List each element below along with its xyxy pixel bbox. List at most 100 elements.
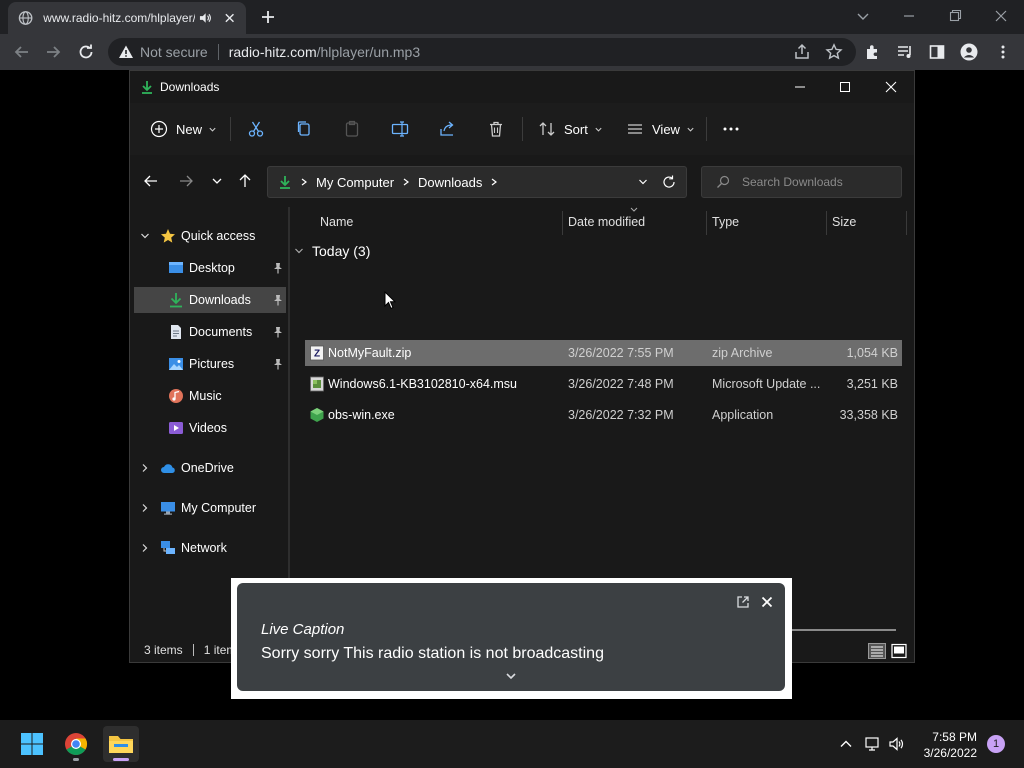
column-header-type[interactable]: Type [712, 215, 739, 229]
tiles-view-icon[interactable] [890, 643, 908, 659]
chevron-down-icon[interactable] [140, 231, 150, 241]
column-header-date[interactable]: Date modified [568, 215, 645, 229]
system-clock[interactable]: 7:58 PM 3/26/2022 [924, 729, 977, 761]
recent-locations-chevron-icon[interactable] [209, 173, 225, 189]
new-tab-icon[interactable] [260, 9, 276, 25]
share-button[interactable] [439, 117, 457, 141]
sidebar-label: Desktop [189, 261, 235, 275]
close-tab-icon[interactable] [223, 11, 236, 25]
side-panel-icon[interactable] [928, 43, 946, 61]
chevron-right-icon[interactable] [140, 543, 150, 553]
sidebar-item-downloads[interactable]: Downloads [134, 287, 286, 313]
sidebar-label: Network [181, 541, 227, 555]
explorer-close-icon[interactable] [883, 79, 899, 95]
refresh-icon[interactable] [662, 175, 676, 189]
browser-tab[interactable]: www.radio-hitz.com/hlplayer/un.mp3 [8, 2, 246, 34]
address-history-chevron-icon[interactable] [638, 177, 648, 187]
group-header-today[interactable]: Today (3) [294, 243, 370, 259]
column-header-name[interactable]: Name [320, 215, 353, 229]
pin-icon[interactable] [272, 294, 284, 306]
forward-arrow-icon[interactable] [178, 173, 194, 189]
sort-label: Sort [564, 121, 588, 137]
search-input[interactable] [742, 175, 892, 189]
sidebar-item-videos[interactable]: Videos [130, 415, 288, 441]
minimize-icon[interactable] [899, 6, 919, 26]
start-button[interactable] [14, 726, 50, 762]
reload-icon[interactable] [77, 43, 95, 61]
up-arrow-icon[interactable] [237, 173, 253, 189]
column-divider[interactable] [826, 211, 827, 235]
column-divider[interactable] [562, 211, 563, 235]
pin-icon[interactable] [272, 326, 284, 338]
pin-icon[interactable] [272, 262, 284, 274]
close-caption-icon[interactable] [760, 595, 774, 609]
explorer-address-bar[interactable]: My Computer Downloads [267, 166, 687, 198]
more-options-button[interactable] [722, 117, 740, 141]
breadcrumb-my-computer[interactable]: My Computer [316, 175, 394, 190]
file-row[interactable]: Windows6.1-KB3102810-x64.msu 3/26/2022 7… [305, 371, 902, 397]
paste-button[interactable] [343, 117, 361, 141]
sort-button[interactable]: Sort [538, 117, 603, 141]
address-bar[interactable]: Not secure radio-hitz.com /hlplayer/un.m… [108, 38, 856, 66]
sidebar-label: Videos [189, 421, 227, 435]
volume-icon[interactable] [889, 736, 905, 752]
open-in-new-icon[interactable] [736, 595, 750, 609]
sidebar-item-my-computer[interactable]: My Computer [130, 495, 288, 521]
breadcrumb-downloads[interactable]: Downloads [418, 175, 482, 190]
explorer-minimize-icon[interactable] [792, 79, 808, 95]
extensions-icon[interactable] [864, 43, 882, 61]
copy-button[interactable] [295, 117, 313, 141]
sidebar-item-network[interactable]: Network [130, 535, 288, 561]
file-row[interactable]: obs-win.exe 3/26/2022 7:32 PM Applicatio… [305, 402, 902, 428]
live-caption-text: Sorry sorry This radio station is not br… [261, 645, 604, 662]
chevron-right-icon[interactable] [140, 463, 150, 473]
close-window-icon[interactable] [991, 6, 1011, 26]
column-header-size[interactable]: Size [832, 215, 856, 229]
taskbar-chrome[interactable] [58, 726, 94, 762]
back-arrow-icon[interactable] [13, 43, 31, 61]
speaker-icon[interactable] [199, 11, 212, 25]
search-box[interactable] [701, 166, 902, 198]
forward-arrow-icon[interactable] [44, 43, 62, 61]
details-view-icon[interactable] [868, 643, 886, 659]
media-controls-icon[interactable] [896, 43, 914, 61]
column-divider[interactable] [906, 211, 907, 235]
notification-badge[interactable]: 1 [987, 735, 1005, 753]
status-separator [192, 644, 194, 656]
zip-archive-icon: Z [310, 345, 324, 361]
tab-search-chevron-icon[interactable] [853, 6, 873, 26]
new-button[interactable]: New [150, 117, 217, 141]
chevron-right-icon[interactable] [140, 503, 150, 513]
sidebar-item-pictures[interactable]: Pictures [130, 351, 288, 377]
sidebar-item-onedrive[interactable]: OneDrive [130, 455, 288, 481]
delete-button[interactable] [487, 117, 505, 141]
file-date: 3/26/2022 7:32 PM [568, 408, 674, 422]
chevron-right-icon [491, 178, 498, 186]
rename-button[interactable] [391, 117, 409, 141]
cut-button[interactable] [247, 117, 265, 141]
restore-icon[interactable] [945, 6, 965, 26]
sidebar-quick-access[interactable]: Quick access [130, 223, 288, 249]
warning-icon[interactable] [118, 44, 134, 60]
taskbar-file-explorer[interactable] [103, 726, 139, 762]
sidebar-item-documents[interactable]: Documents [130, 319, 288, 345]
sidebar-label: Documents [189, 325, 253, 339]
view-button[interactable]: View [626, 117, 695, 141]
sidebar-item-music[interactable]: Music [130, 383, 288, 409]
expand-chevron-icon[interactable] [504, 669, 518, 683]
bookmark-star-icon[interactable] [825, 43, 843, 61]
chevron-up-icon[interactable] [838, 736, 854, 752]
profile-avatar-icon[interactable] [960, 43, 978, 61]
column-divider[interactable] [706, 211, 707, 235]
installer-package-icon [310, 376, 324, 392]
share-icon[interactable] [793, 43, 811, 61]
more-menu-icon[interactable] [994, 43, 1012, 61]
network-status-icon[interactable] [865, 736, 881, 752]
pin-icon[interactable] [272, 358, 284, 370]
sidebar-item-desktop[interactable]: Desktop [130, 255, 288, 281]
explorer-maximize-icon[interactable] [837, 79, 853, 95]
file-explorer-window: Downloads New Sort View My Computer Down… [129, 70, 915, 663]
back-arrow-icon[interactable] [143, 173, 159, 189]
not-secure-label[interactable]: Not secure [140, 44, 208, 60]
file-row[interactable]: Z NotMyFault.zip 3/26/2022 7:55 PM zip A… [305, 340, 902, 366]
